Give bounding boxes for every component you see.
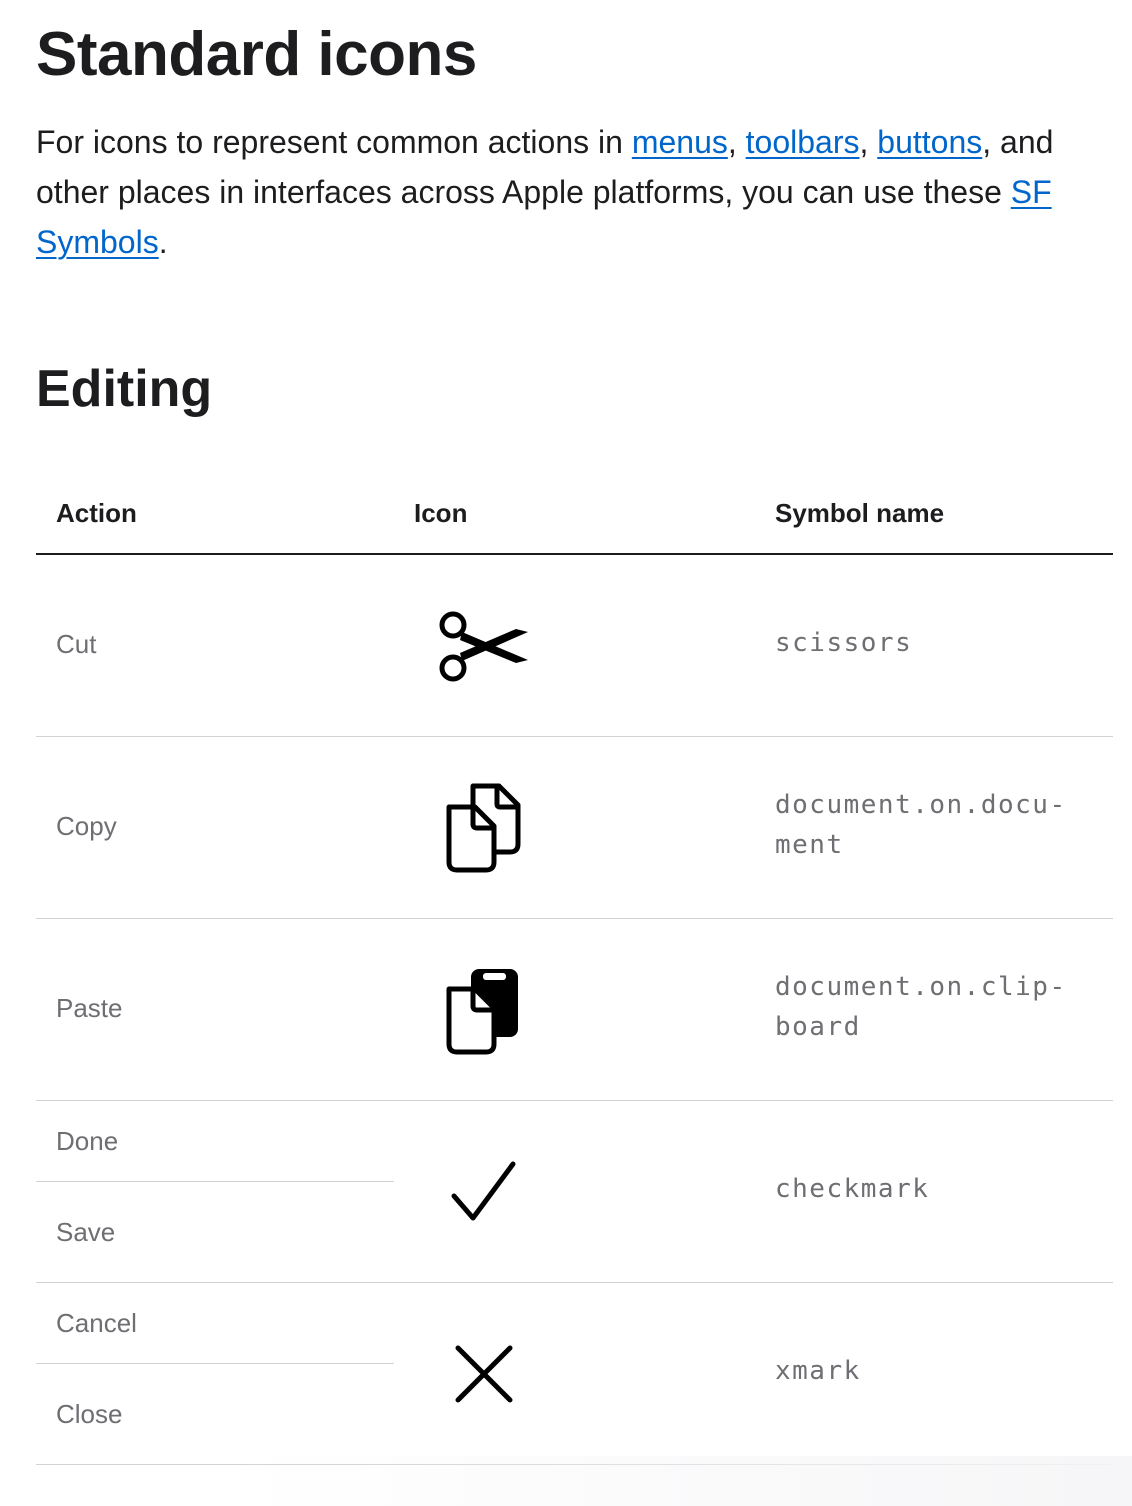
symbol-name: checkmark: [775, 1169, 1095, 1209]
symbol-line: document.on.docu-: [775, 790, 1067, 820]
checkmark-icon: [434, 1101, 534, 1283]
intro-text-before: For icons to represent common actions in: [36, 124, 632, 160]
symbol-line: board: [775, 1012, 861, 1042]
table-row: Done Save checkmark: [36, 1101, 1113, 1283]
menus-link[interactable]: menus: [632, 124, 728, 160]
sub-row-divider: [36, 1181, 394, 1182]
symbol-name: scissors: [775, 623, 1095, 663]
intro-separator: ,: [859, 124, 878, 160]
scissors-icon: [434, 555, 534, 737]
action-label: Save: [56, 1217, 116, 1247]
action-label: Cancel: [56, 1308, 137, 1338]
action-label: Paste: [56, 993, 123, 1023]
intro-paragraph: For icons to represent common actions in…: [36, 117, 1113, 267]
symbol-line: ment: [775, 830, 844, 860]
page-title: Standard icons: [36, 20, 477, 89]
header-icon: Icon: [414, 498, 468, 528]
action-label: Close: [56, 1399, 123, 1429]
symbol-name: xmark: [775, 1351, 1095, 1391]
symbol-line: checkmark: [775, 1174, 930, 1204]
symbol-line: xmark: [775, 1356, 861, 1386]
action-label: Done: [56, 1126, 119, 1156]
action-label: Copy: [56, 811, 117, 841]
table-row: Paste document.on.clip- board: [36, 919, 1113, 1101]
header-symbol-name: Symbol name: [775, 498, 945, 528]
header-action: Action: [56, 498, 137, 528]
sub-row-divider: [36, 1363, 394, 1364]
icons-table: Action Icon Symbol name Cut scissors Cop…: [36, 480, 1113, 1465]
document-on-document-icon: [434, 737, 534, 919]
table-row: Cancel Close xmark: [36, 1283, 1113, 1465]
intro-text-after: .: [158, 224, 168, 260]
action-label: Cut: [56, 629, 97, 659]
table-row: Cut scissors: [36, 555, 1113, 737]
document-on-clipboard-icon: [434, 919, 534, 1101]
intro-separator: ,: [727, 124, 746, 160]
toolbars-link[interactable]: toolbars: [746, 124, 860, 160]
section-title: Editing: [36, 360, 213, 418]
symbol-name: document.on.clip- board: [775, 967, 1095, 1047]
symbol-line: document.on.clip-: [775, 972, 1067, 1002]
symbol-name: document.on.docu- ment: [775, 785, 1095, 865]
buttons-link[interactable]: buttons: [877, 124, 982, 160]
table-row: Copy document.on.docu- ment: [36, 737, 1113, 919]
xmark-icon: [434, 1283, 534, 1465]
table-header: Action Icon Symbol name: [36, 480, 1113, 555]
symbol-line: scissors: [775, 628, 913, 658]
